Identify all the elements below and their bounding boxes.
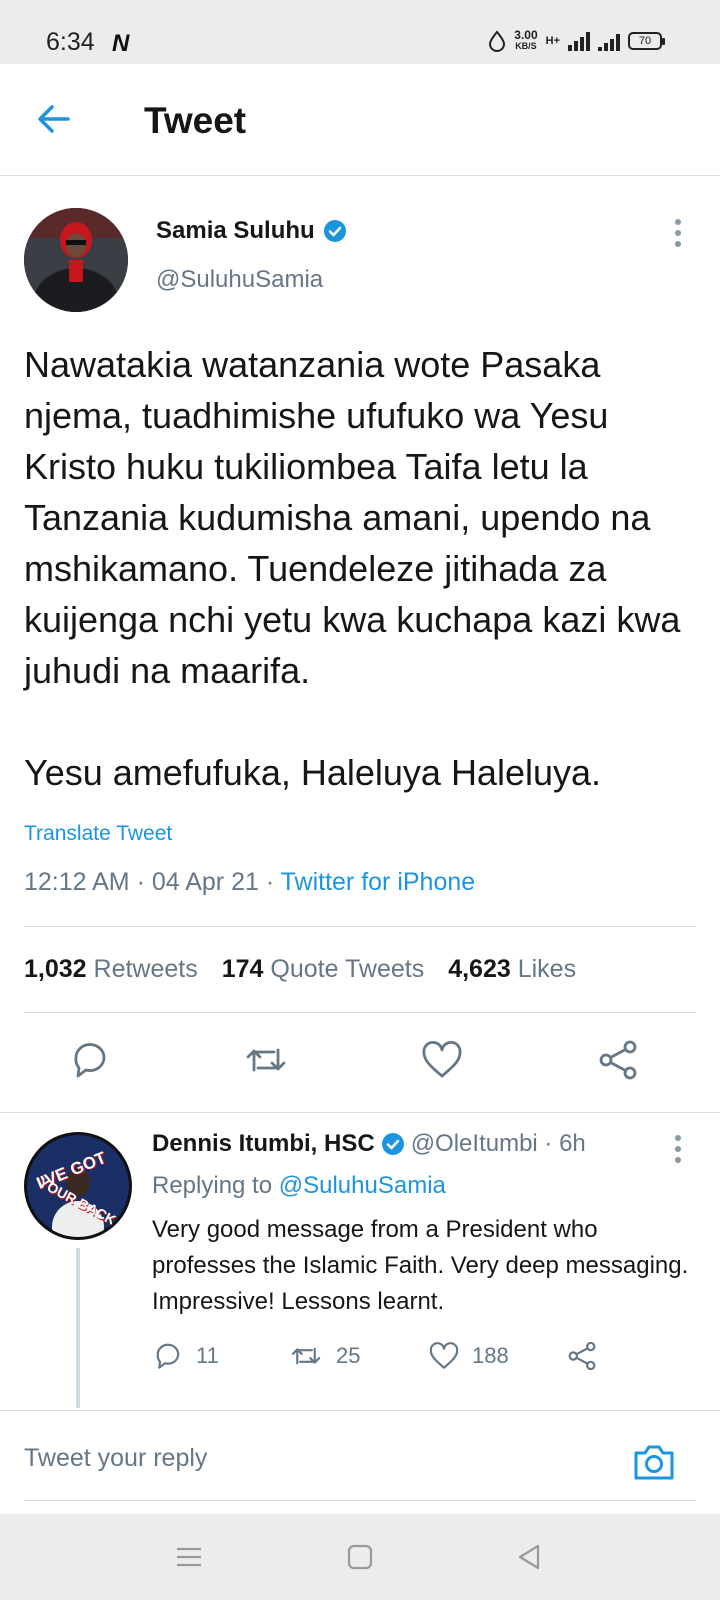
system-nav-bar	[0, 1514, 720, 1600]
reply-input[interactable]: Tweet your reply	[24, 1444, 207, 1473]
reply-reply-button[interactable]: 11	[152, 1340, 219, 1372]
tweet-stats: 1,032 Retweets 174 Quote Tweets 4,623 Li…	[24, 955, 576, 984]
reply-retweet-button[interactable]: 25	[288, 1340, 360, 1372]
network-type: H+	[545, 35, 560, 47]
tweet-timestamp: 12:12 AM · 04 Apr 21 ·	[24, 868, 281, 896]
signal-icon-2	[598, 31, 620, 51]
tweet-text: Nawatakia watanzania wote Pasaka njema, …	[24, 344, 681, 793]
quotes-count: 174	[221, 955, 264, 983]
tweet-actions	[0, 1038, 720, 1094]
status-icons: 3.00 KB/S H+ 70	[488, 28, 665, 52]
divider	[24, 1500, 696, 1501]
reply-header: Dennis Itumbi, HSC @OleItumbi · 6h	[152, 1130, 586, 1158]
page-title: Tweet	[144, 100, 247, 141]
retweets-count: 1,032	[24, 955, 87, 983]
avatar-image	[24, 208, 128, 312]
share-icon[interactable]	[596, 1038, 640, 1082]
signal-icon	[568, 31, 590, 51]
tweet-source-link[interactable]: Twitter for iPhone	[281, 868, 476, 896]
back-arrow-icon[interactable]	[32, 94, 82, 144]
section-divider	[0, 1112, 720, 1113]
home-icon[interactable]	[345, 1542, 375, 1572]
reply-share-button[interactable]	[566, 1340, 598, 1372]
reply-icon	[156, 1343, 180, 1369]
verified-badge-icon	[381, 1133, 404, 1155]
share-icon	[568, 1341, 596, 1371]
status-time: 6:34	[46, 28, 95, 56]
verified-badge-icon	[323, 220, 346, 242]
reply-icon[interactable]	[68, 1038, 112, 1082]
reply-text: Very good message from a President who p…	[152, 1216, 689, 1315]
menu-icon[interactable]	[174, 1542, 204, 1572]
speed-value: 3.00	[514, 28, 538, 42]
retweet-icon[interactable]	[244, 1038, 288, 1082]
translate-tweet-link[interactable]: Translate Tweet	[24, 822, 172, 846]
divider	[24, 926, 696, 927]
reply-count: 11	[196, 1343, 219, 1368]
likes-label: Likes	[517, 955, 577, 983]
more-options-icon[interactable]	[672, 218, 684, 248]
speed-unit: KB/S	[515, 41, 537, 51]
data-saver-icon	[489, 30, 506, 52]
quotes-stat[interactable]: 174 Quote Tweets	[222, 955, 424, 984]
status-bar: 6:34 N 3.00 KB/S H+ 70	[0, 0, 720, 64]
tweet-meta: 12:12 AM · 04 Apr 21 · Twitter for iPhon…	[24, 868, 475, 897]
retweets-label: Retweets	[93, 955, 198, 983]
back-icon[interactable]	[514, 1542, 544, 1572]
replying-to-link[interactable]: @SuluhuSamia	[279, 1172, 446, 1199]
author-avatar[interactable]	[24, 208, 128, 312]
battery-icon: 70	[628, 32, 665, 50]
reply-author-handle[interactable]: @OleItumbi · 6h	[411, 1130, 586, 1158]
reply-author-avatar[interactable]: I'VE GOT YOUR BACK	[24, 1132, 132, 1240]
replying-to: Replying to @SuluhuSamia	[152, 1172, 446, 1200]
retweets-stat[interactable]: 1,032 Retweets	[24, 955, 198, 984]
top-bar: Tweet	[0, 64, 720, 176]
reply-actions: 11 25 188	[152, 1340, 652, 1380]
reply-like-button[interactable]: 188	[428, 1340, 509, 1372]
like-heart-icon	[429, 1342, 459, 1369]
replying-prefix: Replying to	[152, 1172, 279, 1199]
retweet-count: 25	[336, 1343, 361, 1368]
likes-count: 4,623	[448, 955, 511, 983]
camera-icon[interactable]	[632, 1440, 676, 1484]
author-handle[interactable]: @SuluhuSamia	[156, 266, 323, 294]
like-count: 188	[472, 1343, 509, 1368]
quotes-label: Quote Tweets	[270, 955, 425, 983]
author-name[interactable]: Samia Suluhu	[156, 217, 347, 245]
thread-line	[76, 1248, 80, 1408]
retweet-icon	[291, 1347, 321, 1365]
like-heart-icon[interactable]	[420, 1038, 464, 1082]
likes-stat[interactable]: 4,623 Likes	[448, 955, 576, 984]
network-speed: 3.00 KB/S	[514, 28, 538, 52]
author-name-text: Samia Suluhu	[156, 217, 315, 244]
divider	[24, 1012, 696, 1013]
reply-author-name[interactable]: Dennis Itumbi, HSC	[152, 1130, 375, 1158]
reply-more-options-icon[interactable]	[672, 1134, 684, 1164]
section-divider	[0, 1410, 720, 1411]
notification-icon: N	[112, 30, 130, 57]
